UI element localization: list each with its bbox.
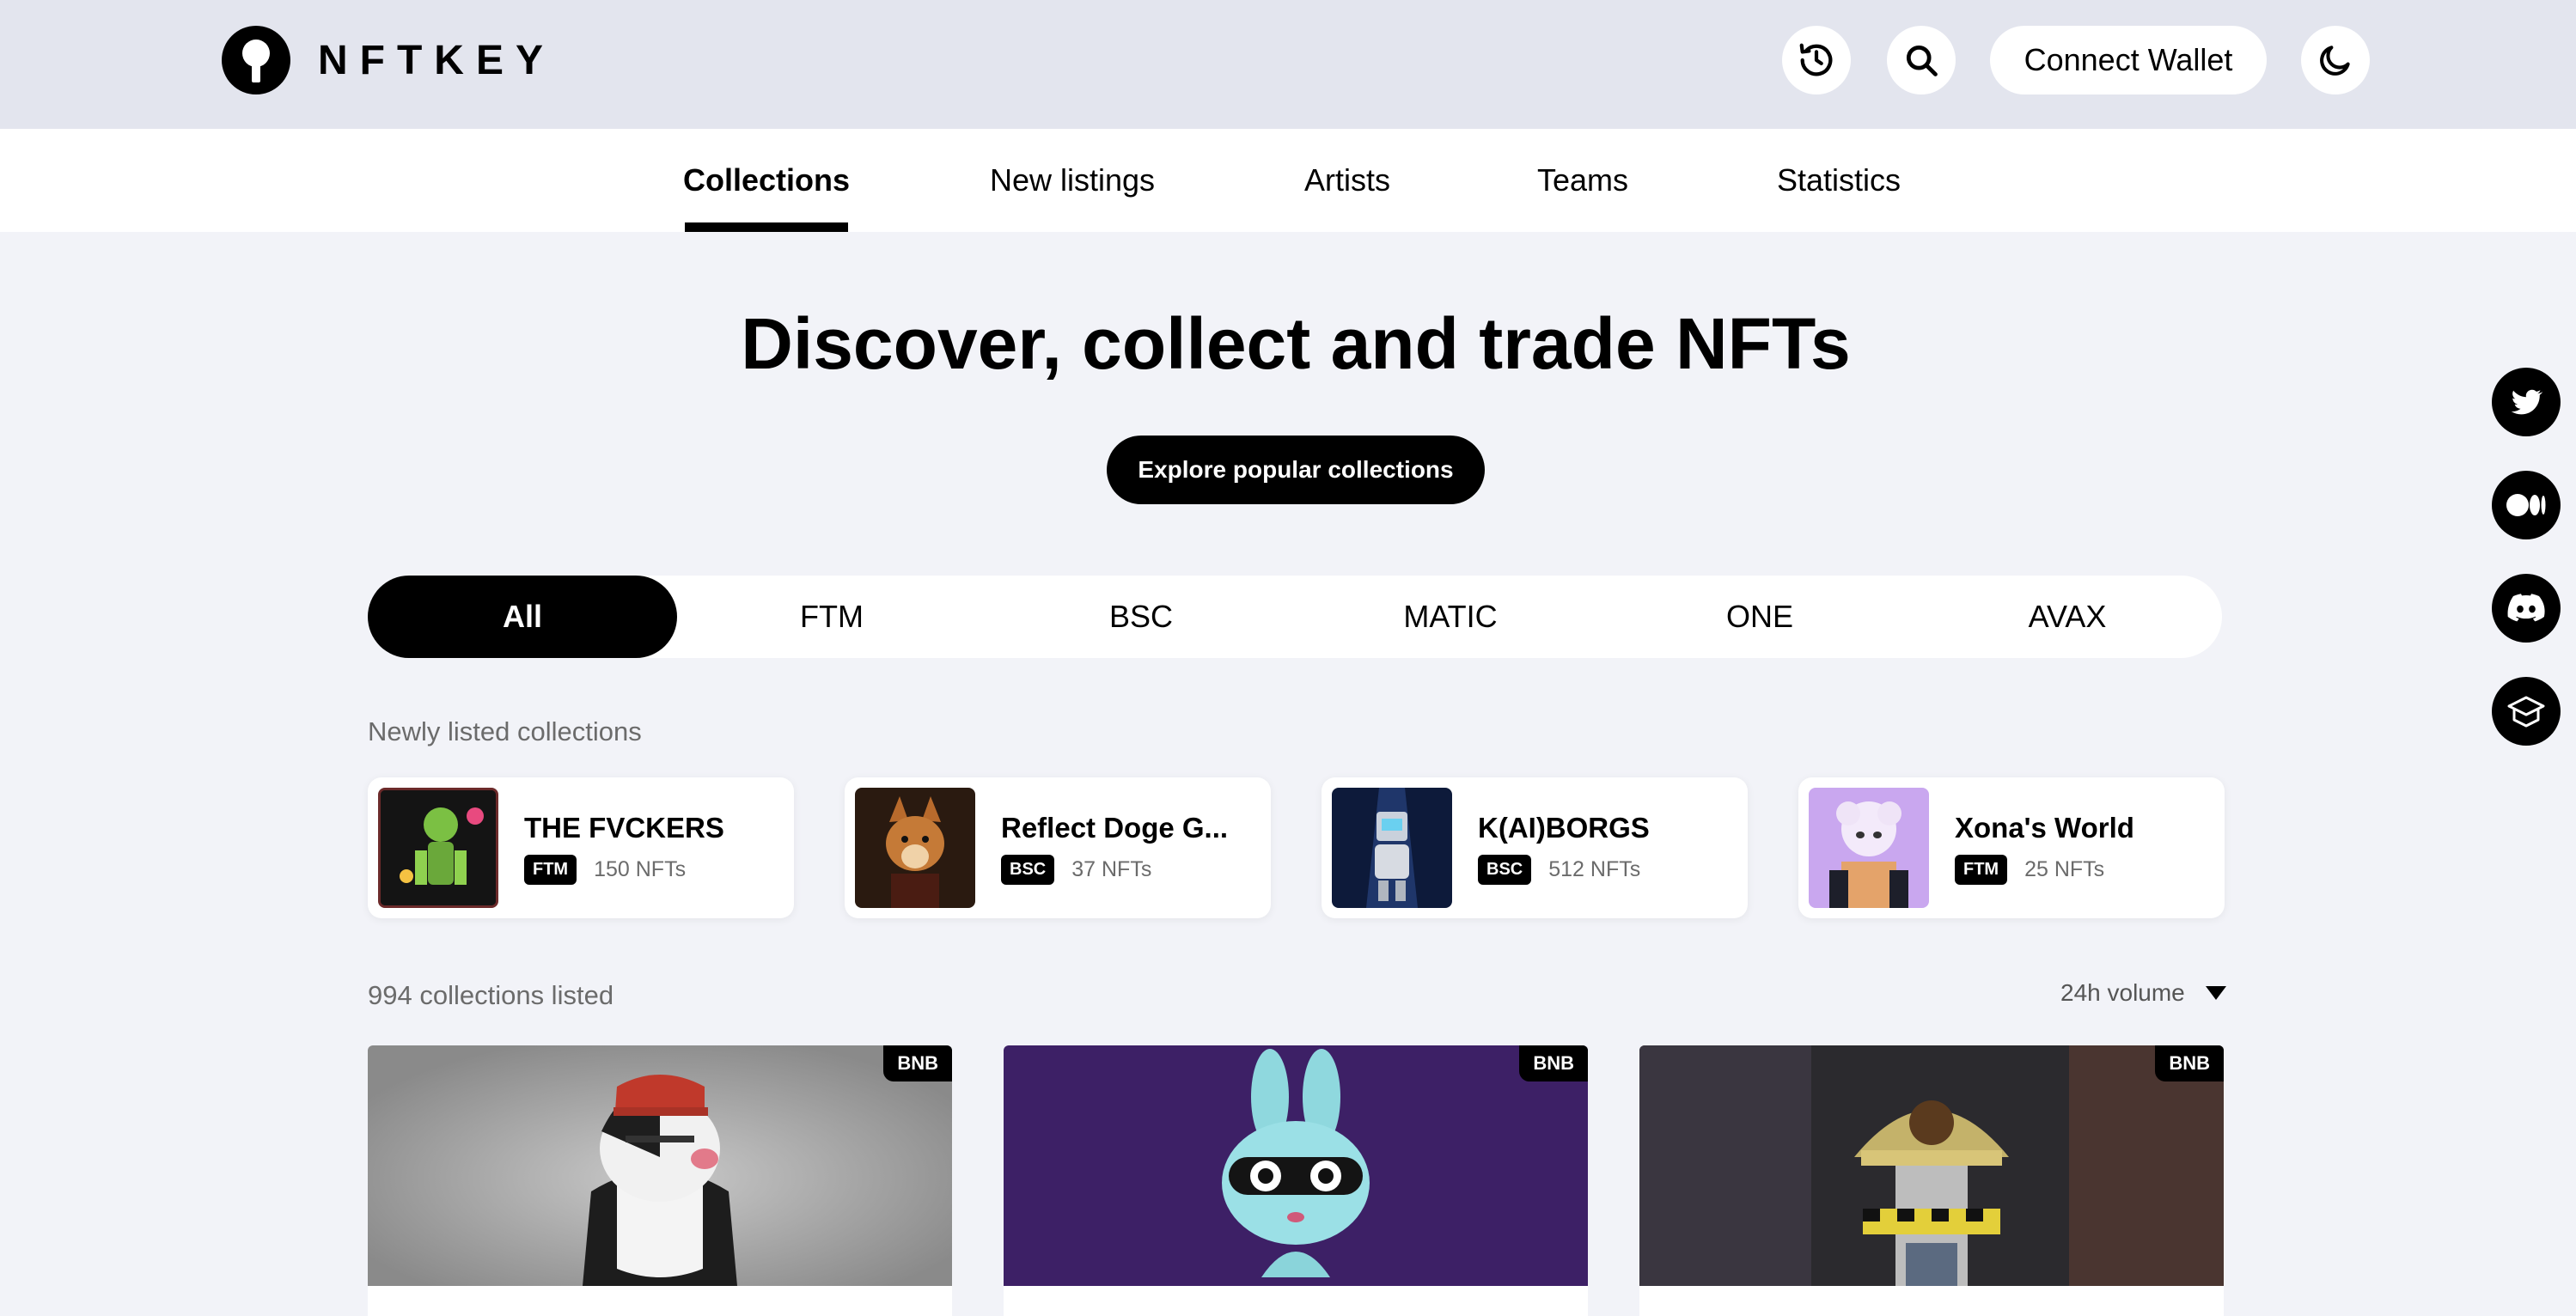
docs-link[interactable] <box>2492 677 2561 746</box>
tab-new-listings[interactable]: New listings <box>978 129 1167 232</box>
nft-count: 25 NFTs <box>2024 857 2105 881</box>
collections-count: 994 collections listed <box>368 980 614 1010</box>
chain-filter-all[interactable]: All <box>368 576 677 658</box>
theme-toggle-button[interactable] <box>2301 26 2370 94</box>
newly-listed-heading: Newly listed collections <box>368 716 642 746</box>
collection-thumbnail <box>855 788 975 908</box>
tab-statistics[interactable]: Statistics <box>1763 129 1914 232</box>
tab-artists[interactable]: Artists <box>1289 129 1406 232</box>
sort-dropdown[interactable]: 24h volume <box>2060 979 2226 1007</box>
chain-badge: BSC <box>1001 855 1055 885</box>
collection-image <box>368 1045 952 1286</box>
caret-down-icon <box>2205 986 2226 1000</box>
collection-card[interactable]: BNB <box>368 1045 952 1316</box>
collection-card[interactable]: BNB <box>1639 1045 2224 1316</box>
network-badge: BNB <box>2155 1045 2224 1081</box>
chain-filter-avax[interactable]: AVAX <box>1913 576 2222 658</box>
chain-badge: FTM <box>524 855 577 885</box>
collection-thumbnail <box>1809 788 1929 908</box>
twitter-link[interactable] <box>2492 368 2561 436</box>
collection-name: K(AI)BORGS <box>1478 812 1650 844</box>
medium-icon <box>2506 494 2546 516</box>
network-badge: BNB <box>883 1045 952 1081</box>
collection-name: Reflect Doge G... <box>1001 812 1229 844</box>
medium-link[interactable] <box>2492 471 2561 539</box>
tab-teams[interactable]: Teams <box>1531 129 1634 232</box>
discord-link[interactable] <box>2492 574 2561 643</box>
chain-badge: BSC <box>1478 855 1532 885</box>
collection-name: Xona's World <box>1955 812 2134 844</box>
history-icon <box>1799 43 1833 76</box>
docs-icon <box>2507 696 2545 728</box>
nft-count: 37 NFTs <box>1071 857 1152 881</box>
connect-wallet-button[interactable]: Connect Wallet <box>1990 26 2267 94</box>
explore-popular-collections-button[interactable]: Explore popular collections <box>1107 436 1485 504</box>
chain-badge: FTM <box>1955 855 2008 885</box>
collection-thumbnail <box>378 788 498 908</box>
network-badge: BNB <box>1519 1045 1588 1081</box>
search-icon <box>1906 45 1938 76</box>
collection-image <box>1639 1045 2224 1286</box>
newly-listed-card[interactable]: K(AI)BORGS BSC 512 NFTs <box>1322 777 1748 918</box>
discord-icon <box>2507 594 2545 622</box>
collection-name: THE FVCKERS <box>524 812 724 844</box>
collection-thumbnail <box>1332 788 1452 908</box>
sort-label: 24h volume <box>2060 979 2185 1006</box>
history-button[interactable] <box>1782 26 1851 94</box>
page-title: Discover, collect and trade NFTs <box>741 303 1851 384</box>
collection-image <box>1004 1045 1588 1286</box>
chain-filter-ftm[interactable]: FTM <box>677 576 986 658</box>
chain-filter-bsc[interactable]: BSC <box>986 576 1296 658</box>
main-tabs: Collections New listings Artists Teams S… <box>0 129 2576 232</box>
key-logo-icon <box>222 26 290 94</box>
active-tab-indicator <box>685 222 848 232</box>
logo[interactable]: NFTKEY <box>222 26 555 94</box>
search-button[interactable] <box>1887 26 1956 94</box>
nft-count: 512 NFTs <box>1548 857 1641 881</box>
newly-listed-card[interactable]: THE FVCKERS FTM 150 NFTs <box>368 777 794 918</box>
chain-filter: All FTM BSC MATIC ONE AVAX <box>368 576 2222 658</box>
top-header: NFTKEY Connect Wallet <box>0 0 2576 129</box>
collection-card[interactable]: BNB <box>1004 1045 1588 1316</box>
tab-collections[interactable]: Collections <box>683 129 850 232</box>
brand-name: NFTKEY <box>318 37 555 83</box>
chain-filter-matic[interactable]: MATIC <box>1296 576 1605 658</box>
newly-listed-card[interactable]: Reflect Doge G... BSC 37 NFTs <box>845 777 1271 918</box>
newly-listed-card[interactable]: Xona's World FTM 25 NFTs <box>1798 777 2225 918</box>
chain-filter-one[interactable]: ONE <box>1605 576 1914 658</box>
nft-count: 150 NFTs <box>594 857 687 881</box>
moon-icon <box>2320 46 2350 76</box>
twitter-icon <box>2511 389 2543 415</box>
